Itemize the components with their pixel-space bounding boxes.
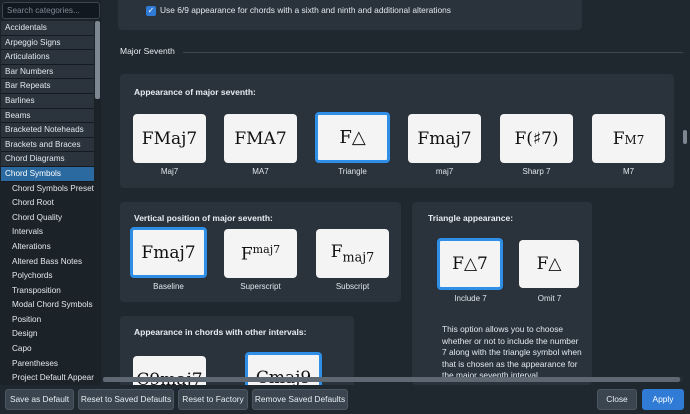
category-list: Accidentals Arpeggio Signs Articulations Ba…: [1, 21, 94, 385]
option-triangle[interactable]: F△: [315, 112, 390, 163]
close-button[interactable]: Close: [597, 389, 637, 410]
option-glyph: F△: [339, 127, 366, 148]
triangle-title: Triangle appearance:: [428, 213, 514, 223]
category-item[interactable]: Articulations: [1, 50, 94, 65]
option-subscript[interactable]: Fmaj7: [316, 229, 389, 278]
category-scrollbar[interactable]: [95, 21, 100, 385]
category-item[interactable]: Parentheses: [1, 356, 94, 372]
remove-saved-defaults-button[interactable]: Remove Saved Defaults: [252, 389, 348, 410]
option-glyph: F△: [536, 254, 562, 274]
option-label: Superscript: [240, 282, 281, 291]
option-glyph: F(♯7): [514, 128, 559, 149]
appearance-panel: Appearance of major seventh: FMaj7 Maj7 …: [120, 74, 674, 188]
category-item[interactable]: Bracketed Noteheads: [1, 123, 94, 138]
apply-button[interactable]: Apply: [642, 389, 684, 410]
option-include-7[interactable]: F△7: [437, 238, 503, 290]
option-label: Baseline: [153, 282, 184, 291]
triangle-panel: Triangle appearance: F△7 Include 7 F△ Om…: [412, 202, 592, 385]
category-search-input[interactable]: Search categories...: [2, 2, 100, 19]
category-item[interactable]: Chord Diagrams: [1, 152, 94, 167]
option-maj7[interactable]: FMaj7: [133, 114, 206, 163]
option-label: maj7: [435, 167, 454, 176]
category-item[interactable]: Design: [1, 327, 94, 343]
option-label: Sharp 7: [522, 167, 551, 176]
option-label: Subscript: [335, 282, 370, 291]
dialog-footer: Save as Default Reset to Saved Defaults …: [0, 385, 690, 414]
category-sidebar: Search categories... Accidentals Arpeggio…: [0, 0, 101, 385]
category-item[interactable]: Position: [1, 312, 94, 328]
options-content: ✓ Use 6/9 appearance for chords with a s…: [103, 0, 690, 385]
option-glyph: Fmaj7: [240, 242, 281, 265]
vertical-position-panel: Vertical position of major seventh: Fmaj…: [120, 202, 401, 302]
category-item[interactable]: Arpeggio Signs: [1, 35, 94, 51]
vertical-title: Vertical position of major seventh:: [134, 213, 273, 223]
option-label: Triangle: [338, 167, 367, 176]
triangle-description: This option allows you to choose whether…: [442, 324, 582, 380]
category-item[interactable]: Intervals: [1, 225, 94, 240]
section-divider: [183, 52, 683, 53]
option-omit-7[interactable]: F△: [519, 240, 579, 288]
option-label: MA7: [252, 167, 269, 176]
content-horizontal-scrollbar[interactable]: [103, 377, 683, 382]
reset-factory-button[interactable]: Reset to Factory: [178, 389, 248, 410]
option-label: Include 7: [454, 294, 487, 303]
category-item[interactable]: Bar Repeats: [1, 79, 94, 94]
appearance-title: Appearance of major seventh:: [134, 87, 256, 97]
option-glyph: Fmaj7: [330, 241, 375, 266]
reset-saved-defaults-button[interactable]: Reset to Saved Defaults: [78, 389, 174, 410]
option-glyph: Fmaj7: [417, 128, 472, 149]
category-item[interactable]: Polychords: [1, 269, 94, 284]
category-item[interactable]: Barlines: [1, 93, 94, 109]
category-item[interactable]: Alterations: [1, 239, 94, 255]
category-item[interactable]: Chord Root: [1, 196, 94, 211]
option-glyph: F△7: [452, 254, 488, 274]
other-intervals-panel: Appearance in chords with other interval…: [120, 316, 354, 385]
six-nine-panel: ✓ Use 6/9 appearance for chords with a s…: [118, 0, 582, 30]
option-superscript[interactable]: Fmaj7: [224, 229, 297, 278]
category-item[interactable]: Bar Numbers: [1, 64, 94, 80]
six-nine-checkbox[interactable]: ✓: [146, 6, 156, 16]
category-item[interactable]: Project Default Appearan...: [1, 371, 94, 385]
category-item[interactable]: Brackets and Braces: [1, 137, 94, 153]
category-item[interactable]: Transposition: [1, 283, 94, 299]
option-glyph: FMaj7: [141, 128, 198, 149]
category-item[interactable]: Beams: [1, 108, 94, 124]
category-item[interactable]: Capo: [1, 342, 94, 357]
save-as-default-button[interactable]: Save as Default: [5, 389, 74, 410]
horizontal-scrollbar-thumb[interactable]: [103, 377, 680, 382]
content-scrollbar-thumb[interactable]: [683, 130, 687, 144]
option-label: M7: [622, 167, 635, 176]
category-scrollbar-thumb[interactable]: [95, 21, 100, 99]
category-item[interactable]: Chord Symbols Preset: [1, 181, 94, 197]
other-intervals-title: Appearance in chords with other interval…: [134, 327, 307, 337]
option-sharp7[interactable]: F(♯7): [500, 114, 573, 163]
section-title: Major Seventh: [120, 46, 175, 56]
option-glyph: Fmaj7: [141, 242, 196, 263]
option-maj7-lower[interactable]: Fmaj7: [408, 114, 481, 163]
category-item[interactable]: Modal Chord Symbols: [1, 298, 94, 313]
option-label: Omit 7: [537, 294, 562, 303]
option-label: Maj7: [160, 167, 179, 176]
category-item[interactable]: Chord Quality: [1, 210, 94, 226]
option-glyph: FM7: [612, 128, 645, 149]
six-nine-label: Use 6/9 appearance for chords with a six…: [160, 5, 451, 15]
option-m7[interactable]: FM7: [592, 114, 665, 163]
category-item[interactable]: Chord Symbols: [1, 166, 94, 182]
option-ma7[interactable]: FMA7: [224, 114, 297, 163]
option-baseline[interactable]: Fmaj7: [130, 227, 207, 278]
option-glyph: FMA7: [234, 128, 287, 149]
category-item[interactable]: Altered Bass Notes: [1, 254, 94, 270]
category-item[interactable]: Accidentals: [1, 21, 94, 36]
